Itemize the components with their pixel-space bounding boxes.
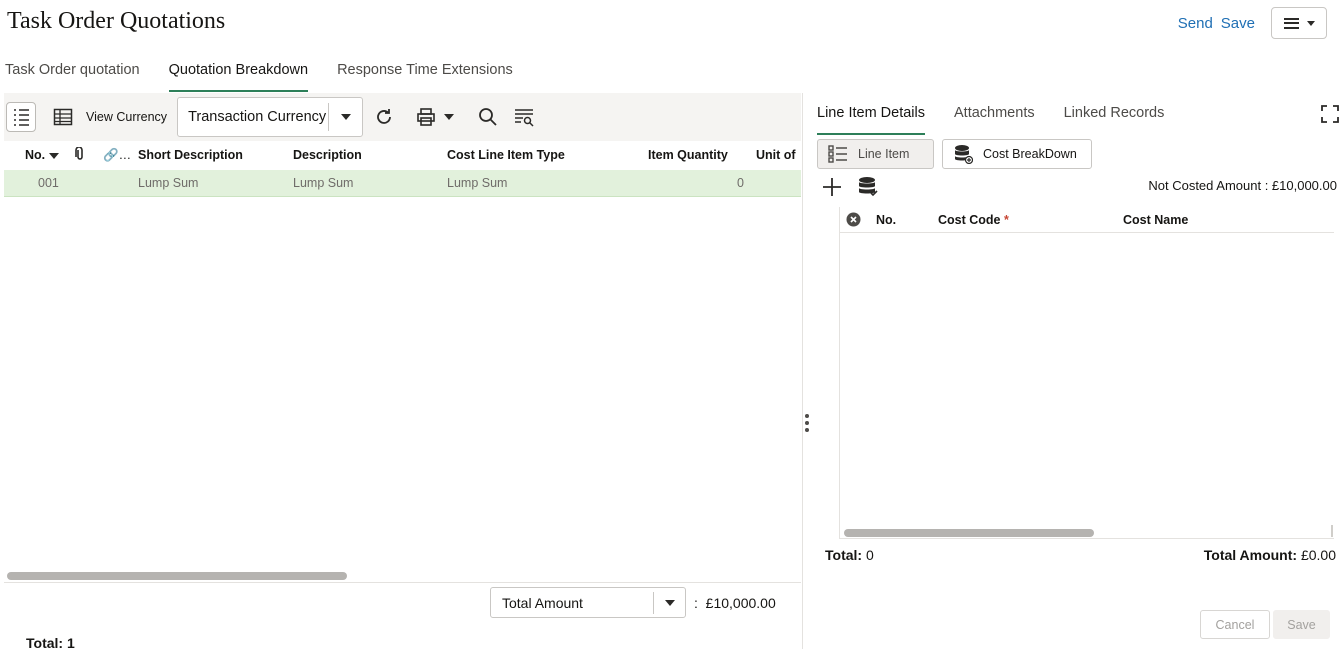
cell-cost-line-item-type: Lump Sum — [447, 176, 508, 190]
detail-tabs: Line Item Details Attachments Linked Rec… — [817, 105, 1193, 135]
clear-icon[interactable] — [846, 212, 861, 230]
refresh-icon[interactable] — [369, 102, 399, 132]
cost-grid-header: No. Cost Code * Cost Name — [840, 207, 1334, 233]
horizontal-scrollbar[interactable] — [7, 572, 347, 580]
grid-toolbar: View Currency Transaction Currency — [4, 93, 801, 141]
database-icon — [953, 144, 973, 164]
tab-response-time-extensions[interactable]: Response Time Extensions — [337, 62, 513, 92]
detail-total-count: Total: 0 — [825, 547, 874, 563]
cost-breakdown-grid: No. Cost Code * Cost Name — [839, 207, 1334, 539]
tab-attachments[interactable]: Attachments — [954, 105, 1035, 135]
link-icon[interactable]: 🔗… — [103, 148, 131, 163]
line-item-segment[interactable]: Line Item — [817, 139, 934, 169]
paperclip-icon[interactable] — [75, 145, 85, 164]
cell-short-description: Lump Sum — [138, 176, 199, 190]
chevron-down-icon — [1306, 20, 1315, 26]
scrollbar-end — [1331, 525, 1333, 537]
tab-quotation-breakdown[interactable]: Quotation Breakdown — [168, 62, 309, 92]
print-icon[interactable] — [411, 102, 441, 132]
chevron-down-icon[interactable] — [653, 591, 685, 614]
column-header-unit-of[interactable]: Unit of — [756, 148, 796, 162]
tab-line-item-details[interactable]: Line Item Details — [817, 105, 925, 135]
chevron-down-icon[interactable] — [328, 103, 362, 131]
table-view-icon[interactable] — [48, 102, 78, 132]
add-icon[interactable] — [821, 176, 843, 198]
column-header-description[interactable]: Description — [293, 148, 362, 162]
database-check-icon[interactable] — [857, 176, 879, 198]
column-header-item-quantity[interactable]: Item Quantity — [648, 148, 728, 162]
list-icon — [828, 145, 848, 163]
panel-splitter[interactable] — [802, 93, 803, 649]
column-header-cost-line-item-type[interactable]: Cost Line Item Type — [447, 148, 565, 162]
not-costed-amount: Not Costed Amount : £10,000.00 — [1148, 178, 1337, 193]
drag-handle-icon[interactable] — [805, 414, 809, 432]
chevron-down-icon[interactable] — [441, 102, 457, 132]
grid-header: No. 🔗… Short Description Description Cos… — [4, 141, 801, 169]
total-type-select[interactable]: Total Amount — [490, 587, 686, 618]
cell-item-quantity: 0 — [737, 176, 744, 190]
currency-select[interactable]: Transaction Currency — [177, 97, 364, 137]
search-icon[interactable] — [473, 102, 503, 132]
filter-search-icon[interactable] — [509, 102, 539, 132]
column-header-no[interactable]: No. — [876, 213, 896, 227]
detail-total-amount: Total Amount: £0.00 — [1203, 547, 1336, 563]
page-title: Task Order Quotations — [7, 8, 226, 34]
cost-breakdown-segment[interactable]: Cost BreakDown — [942, 139, 1092, 169]
line-item-segment-label: Line Item — [858, 147, 910, 161]
actions-menu-button[interactable] — [1271, 7, 1327, 39]
divider — [4, 582, 801, 583]
view-currency-label: View Currency — [86, 110, 168, 124]
save-button[interactable]: Save — [1273, 610, 1330, 639]
cell-description: Lump Sum — [293, 176, 354, 190]
save-link[interactable]: Save — [1221, 15, 1255, 32]
total-type-select-value: Total Amount — [502, 594, 583, 611]
main-tabs: Task Order quotation Quotation Breakdown… — [5, 62, 542, 92]
total-amount-value: : £10,000.00 — [694, 595, 776, 611]
hamburger-icon — [1283, 17, 1299, 29]
currency-select-value: Transaction Currency — [188, 109, 327, 125]
column-header-no[interactable]: No. — [25, 148, 59, 162]
list-view-icon[interactable] — [6, 102, 36, 132]
cancel-button[interactable]: Cancel — [1200, 610, 1270, 639]
column-header-cost-name[interactable]: Cost Name — [1123, 213, 1188, 227]
total-count: Total: 1 — [26, 635, 75, 649]
column-header-cost-code[interactable]: Cost Code * — [938, 213, 1009, 227]
expand-icon[interactable] — [1320, 104, 1340, 124]
tab-linked-records[interactable]: Linked Records — [1064, 105, 1165, 135]
cell-no: 001 — [38, 176, 59, 190]
tab-task-order-quotation[interactable]: Task Order quotation — [5, 62, 140, 92]
header-actions: Send Save — [1178, 7, 1327, 39]
send-link[interactable]: Send — [1178, 15, 1213, 32]
column-header-short-description[interactable]: Short Description — [138, 148, 243, 162]
cost-breakdown-segment-label: Cost BreakDown — [983, 147, 1077, 161]
table-row[interactable]: 001 Lump Sum Lump Sum Lump Sum 0 — [4, 170, 801, 197]
horizontal-scrollbar[interactable] — [844, 529, 1094, 537]
line-items-panel: View Currency Transaction Currency No. 🔗… — [4, 93, 801, 649]
